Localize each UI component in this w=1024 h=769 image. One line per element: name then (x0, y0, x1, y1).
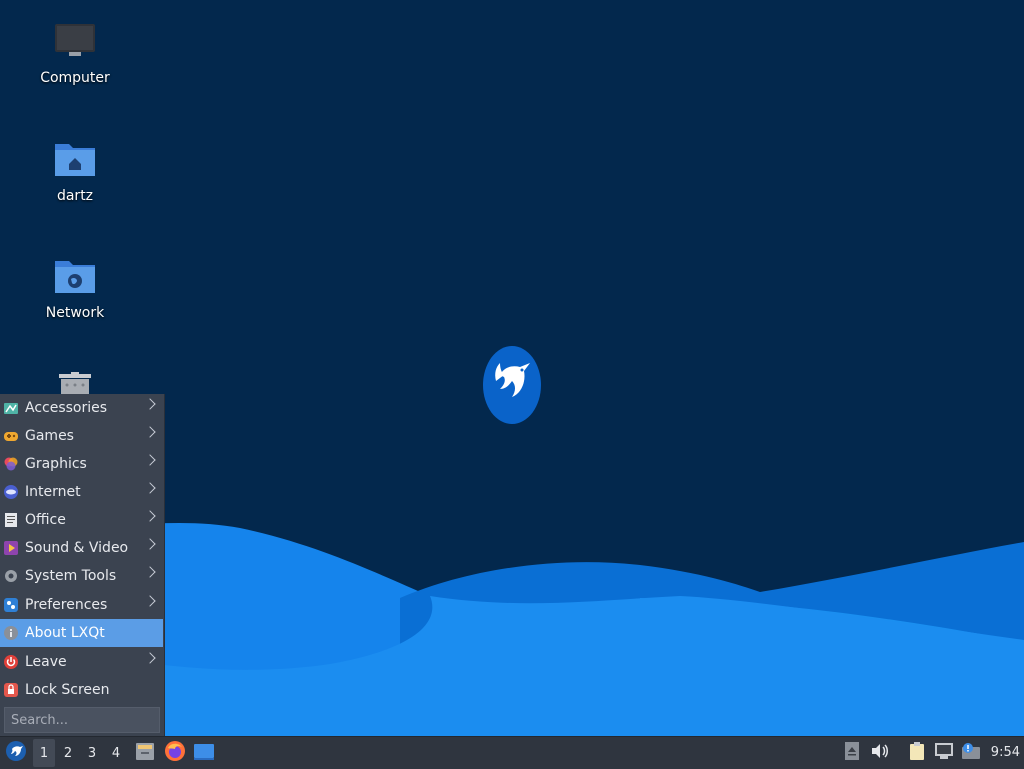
volume-icon (870, 742, 890, 764)
chevron-right-icon (144, 398, 156, 410)
chevron-right-icon (144, 454, 156, 466)
menu-search-input[interactable] (4, 707, 160, 733)
preferences-icon (3, 597, 19, 613)
system-tools-icon (3, 568, 19, 584)
file-manager-icon (134, 740, 156, 766)
network-folder-icon (20, 255, 130, 299)
menu-item-label: Games (25, 428, 74, 444)
menu-item-preferences[interactable]: Preferences (0, 591, 163, 619)
clock[interactable]: 9:54 (991, 737, 1020, 769)
menu-item-label: System Tools (25, 568, 117, 584)
workspace-1[interactable]: 1 (33, 739, 55, 767)
network-icon (934, 742, 954, 764)
workspace-3[interactable]: 3 (81, 739, 103, 767)
menu-item-games[interactable]: Games (0, 422, 163, 450)
volume-button[interactable] (868, 742, 892, 764)
sound-video-icon (3, 540, 19, 556)
workspace-label: 3 (87, 745, 97, 761)
chevron-right-icon (144, 482, 156, 494)
office-icon (3, 512, 19, 528)
menu-item-label: Preferences (25, 597, 108, 613)
menu-item-system-tools[interactable]: System Tools (0, 562, 163, 590)
update-notifier-icon (960, 742, 982, 764)
menu-item-internet[interactable]: Internet (0, 478, 163, 506)
file-manager-launcher[interactable] (133, 741, 157, 765)
workspace-2[interactable]: 2 (57, 739, 79, 767)
eject-icon (844, 741, 860, 765)
menu-item-label: Office (25, 512, 66, 528)
desktop-icon-computer[interactable]: Computer (20, 20, 130, 86)
menu-item-label: Accessories (25, 400, 108, 416)
clipboard-icon (908, 741, 926, 765)
workspace-4[interactable]: 4 (105, 739, 127, 767)
menu-item-leave[interactable]: Leave (0, 648, 163, 676)
chevron-right-icon (144, 566, 156, 578)
menu-item-label: Graphics (25, 456, 87, 472)
lxqt-logo (482, 345, 542, 425)
menu-item-label: Internet (25, 484, 81, 500)
accessories-icon (3, 400, 19, 416)
home-folder-icon (20, 138, 130, 182)
clipboard-button[interactable] (905, 742, 929, 764)
workspace-label: 1 (39, 745, 49, 761)
menu-item-about-lxqt[interactable]: About LXQt (0, 619, 163, 647)
chevron-right-icon (144, 426, 156, 438)
menu-item-graphics[interactable]: Graphics (0, 450, 163, 478)
show-desktop-icon (193, 740, 215, 766)
network-status-button[interactable] (932, 742, 956, 764)
start-menu-button[interactable] (4, 740, 28, 766)
lock-icon (3, 682, 19, 698)
menu-item-label: Sound & Video (25, 540, 129, 556)
menu-item-lock-screen[interactable]: Lock Screen (0, 676, 163, 704)
workspace-label: 4 (111, 745, 121, 761)
application-menu: Accessories Games Graphics Internet Offi… (0, 394, 165, 736)
chevron-right-icon (144, 538, 156, 550)
games-icon (3, 428, 19, 444)
menu-item-sound-video[interactable]: Sound & Video (0, 534, 163, 562)
eject-button[interactable] (842, 742, 862, 764)
computer-icon (20, 20, 130, 64)
firefox-launcher[interactable] (163, 741, 187, 765)
workspace-label: 2 (63, 745, 73, 761)
desktop-icon-label: dartz (56, 188, 94, 204)
update-notifier-button[interactable] (959, 742, 983, 764)
chevron-right-icon (144, 652, 156, 664)
menu-item-label: Leave (25, 654, 67, 670)
taskbar: 1 2 3 4 9:54 (0, 736, 1024, 769)
lxqt-menu-icon (5, 740, 27, 766)
menu-item-label: About LXQt (25, 625, 105, 641)
firefox-icon (164, 740, 186, 766)
about-icon (3, 625, 19, 641)
leave-icon (3, 654, 19, 670)
graphics-icon (3, 456, 19, 472)
show-desktop-button[interactable] (192, 741, 216, 765)
desktop-icon-label: Computer (40, 70, 110, 86)
desktop-icon-label: Network (45, 305, 105, 321)
chevron-right-icon (144, 510, 156, 522)
menu-item-label: Lock Screen (25, 682, 110, 698)
desktop-icon-network[interactable]: Network (20, 255, 130, 321)
menu-item-accessories[interactable]: Accessories (0, 394, 163, 422)
chevron-right-icon (144, 595, 156, 607)
menu-item-office[interactable]: Office (0, 506, 163, 534)
desktop-icon-home-folder[interactable]: dartz (20, 138, 130, 204)
internet-icon (3, 484, 19, 500)
